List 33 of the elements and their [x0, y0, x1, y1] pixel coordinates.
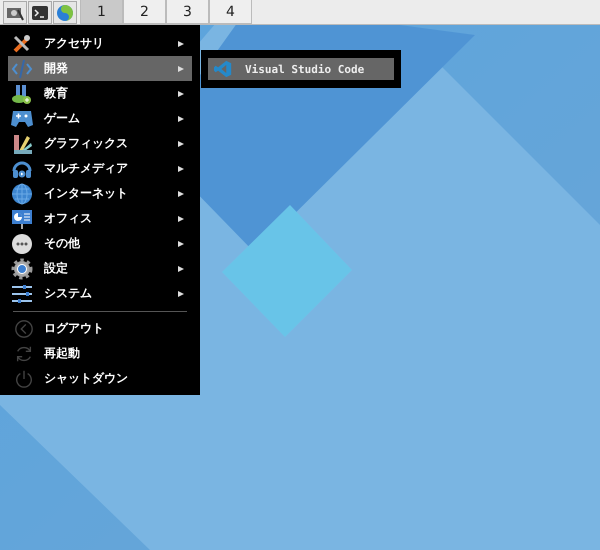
- flask-icon: [11, 82, 33, 104]
- menu-item[interactable]: オフィス: [8, 206, 192, 231]
- menu-item[interactable]: マルチメディア: [8, 156, 192, 181]
- workspace-button[interactable]: 2: [123, 0, 166, 24]
- palette-icon: [11, 132, 33, 154]
- code-editor-icon: [214, 60, 232, 78]
- workspace-button[interactable]: 1: [80, 0, 123, 24]
- menu-item[interactable]: ログアウト: [8, 316, 192, 341]
- power-icon: [14, 368, 34, 388]
- menu-item[interactable]: Visual Studio Code: [208, 58, 394, 80]
- settings-icon: [11, 258, 33, 280]
- menu-item[interactable]: グラフィックス: [8, 131, 192, 156]
- menu-item[interactable]: システム: [8, 281, 192, 306]
- more-icon: [11, 232, 33, 254]
- restart-icon: [14, 344, 34, 364]
- menu-item[interactable]: 設定: [8, 256, 192, 281]
- sliders-icon: [11, 282, 33, 304]
- menu-item[interactable]: アクセサリ: [8, 31, 192, 56]
- menu-item[interactable]: 再起動: [8, 341, 192, 366]
- menu-item[interactable]: シャットダウン: [8, 366, 192, 391]
- code-icon: [11, 58, 33, 80]
- menu-item[interactable]: 開発: [8, 56, 192, 81]
- menu-item[interactable]: その他: [8, 231, 192, 256]
- tools-icon: [11, 32, 33, 54]
- menu-item[interactable]: インターネット: [8, 181, 192, 206]
- presentation-icon: [11, 208, 33, 230]
- globe-icon: [11, 182, 33, 204]
- menu-item[interactable]: ゲーム: [8, 106, 192, 131]
- workspace-button[interactable]: 3: [166, 0, 209, 24]
- screenshot-launcher[interactable]: [3, 1, 27, 24]
- workspace-button[interactable]: 4: [209, 0, 252, 24]
- menu-item[interactable]: 教育: [8, 81, 192, 106]
- terminal-launcher[interactable]: [28, 1, 52, 24]
